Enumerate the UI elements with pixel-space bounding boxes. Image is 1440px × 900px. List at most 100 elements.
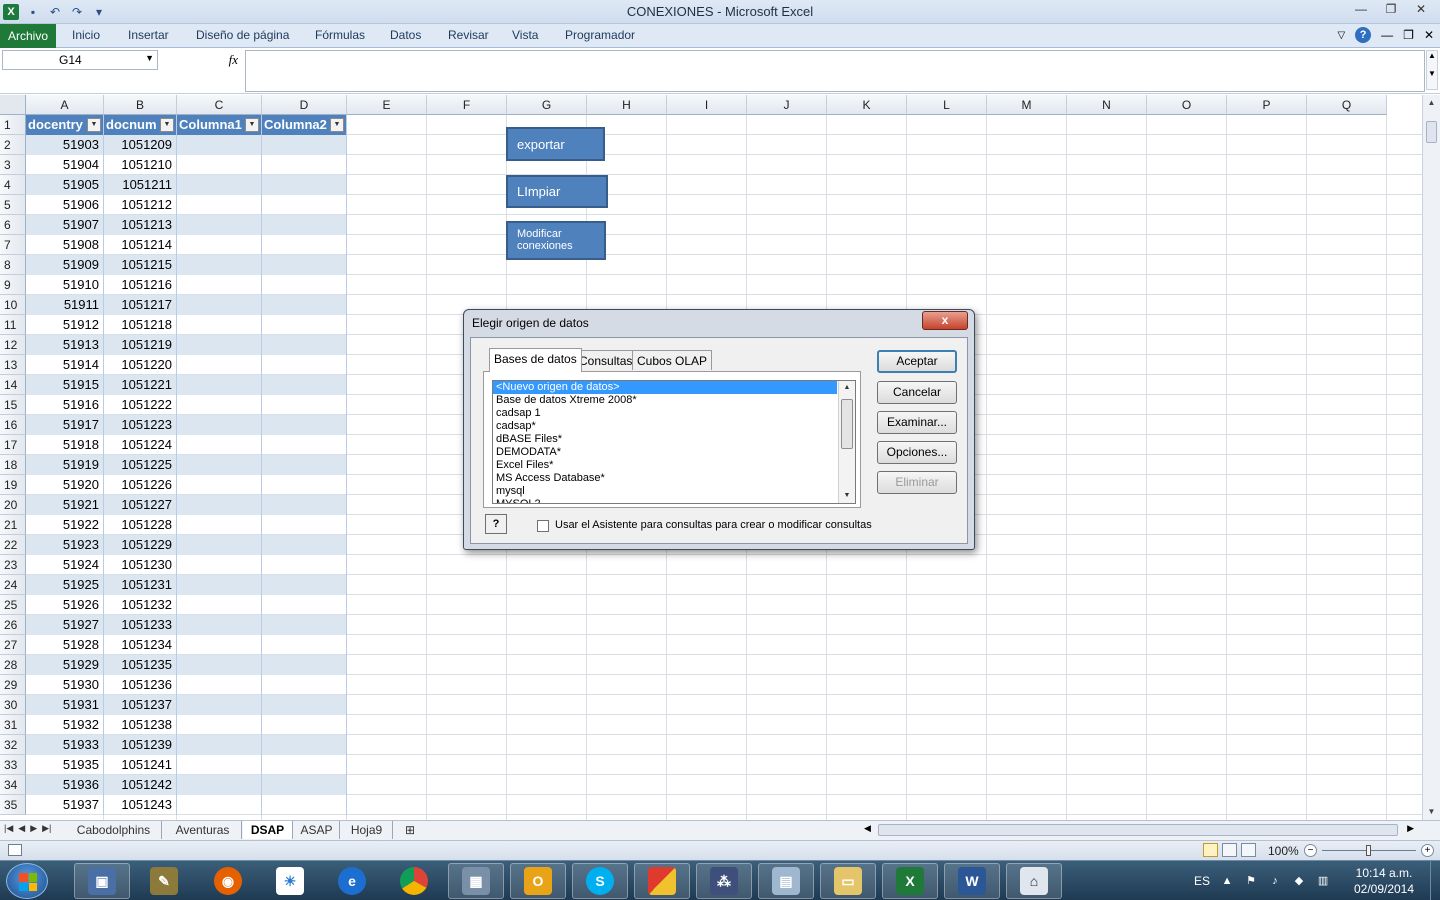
- row-header-35[interactable]: 35: [0, 795, 26, 815]
- row-header-1[interactable]: 1: [0, 115, 26, 135]
- tab-vista[interactable]: Vista: [512, 28, 538, 42]
- table-cell[interactable]: 51922: [26, 515, 104, 535]
- table-header-cell[interactable]: Columna2 ▼: [262, 115, 347, 135]
- data-source-item[interactable]: MYSQL2: [493, 498, 855, 503]
- table-cell[interactable]: 1051237: [104, 695, 177, 715]
- column-header-j[interactable]: J: [747, 95, 827, 115]
- tab-inicio[interactable]: Inicio: [72, 28, 100, 42]
- table-cell[interactable]: 51909: [26, 255, 104, 275]
- table-cell[interactable]: 1051226: [104, 475, 177, 495]
- table-cell[interactable]: [262, 675, 347, 695]
- table-cell[interactable]: 1051217: [104, 295, 177, 315]
- list-scrollbar[interactable]: ▲ ▼: [838, 381, 855, 503]
- table-cell[interactable]: [262, 335, 347, 355]
- column-header-o[interactable]: O: [1147, 95, 1227, 115]
- accept-button[interactable]: Aceptar: [877, 350, 957, 373]
- table-cell[interactable]: 51905: [26, 175, 104, 195]
- workbook-minimize-icon[interactable]: —: [1381, 28, 1393, 42]
- tab-consultas[interactable]: Consultas: [574, 350, 638, 370]
- table-cell[interactable]: 51913: [26, 335, 104, 355]
- column-header-m[interactable]: M: [987, 95, 1067, 115]
- table-cell[interactable]: 1051236: [104, 675, 177, 695]
- table-cell[interactable]: [262, 395, 347, 415]
- table-cell[interactable]: [177, 655, 262, 675]
- zoom-out-icon[interactable]: −: [1304, 844, 1317, 857]
- data-source-item[interactable]: cadsap 1: [493, 407, 855, 420]
- table-cell[interactable]: 51908: [26, 235, 104, 255]
- dialog-close-button[interactable]: x: [922, 311, 968, 330]
- table-cell[interactable]: [177, 315, 262, 335]
- page-break-view-icon[interactable]: [1241, 843, 1256, 857]
- table-cell[interactable]: [177, 555, 262, 575]
- table-cell[interactable]: 1051225: [104, 455, 177, 475]
- taskbar-tools[interactable]: ✎: [136, 863, 192, 899]
- tab-revisar[interactable]: Revisar: [448, 28, 489, 42]
- table-cell[interactable]: [262, 635, 347, 655]
- table-cell[interactable]: [262, 375, 347, 395]
- row-header-7[interactable]: 7: [0, 235, 26, 255]
- macro-record-icon[interactable]: [8, 844, 22, 856]
- zoom-knob[interactable]: [1366, 845, 1371, 856]
- table-cell[interactable]: [177, 635, 262, 655]
- row-header-33[interactable]: 33: [0, 755, 26, 775]
- column-header-i[interactable]: I: [667, 95, 747, 115]
- row-header-32[interactable]: 32: [0, 735, 26, 755]
- row-header-3[interactable]: 3: [0, 155, 26, 175]
- row-header-31[interactable]: 31: [0, 715, 26, 735]
- scroll-right-icon[interactable]: ▶: [1407, 823, 1414, 834]
- table-cell[interactable]: 1051243: [104, 795, 177, 815]
- taskbar-excel[interactable]: X: [882, 863, 938, 899]
- table-cell[interactable]: 1051228: [104, 515, 177, 535]
- row-header-19[interactable]: 19: [0, 475, 26, 495]
- table-cell[interactable]: 51915: [26, 375, 104, 395]
- row-header-29[interactable]: 29: [0, 675, 26, 695]
- zoom-level[interactable]: 100%: [1268, 844, 1299, 858]
- table-cell[interactable]: [262, 155, 347, 175]
- table-cell[interactable]: 51921: [26, 495, 104, 515]
- row-header-14[interactable]: 14: [0, 375, 26, 395]
- table-cell[interactable]: 1051209: [104, 135, 177, 155]
- data-source-item[interactable]: Base de datos Xtreme 2008*: [493, 394, 855, 407]
- table-cell[interactable]: [177, 775, 262, 795]
- table-cell[interactable]: [177, 595, 262, 615]
- column-header-g[interactable]: G: [507, 95, 587, 115]
- tray-expand-icon[interactable]: ▲: [1220, 874, 1234, 888]
- close-icon[interactable]: ✕: [1408, 0, 1434, 18]
- filter-dropdown-icon[interactable]: ▼: [245, 118, 259, 132]
- row-header-11[interactable]: 11: [0, 315, 26, 335]
- table-cell[interactable]: [177, 215, 262, 235]
- table-cell[interactable]: [177, 735, 262, 755]
- sheet-tab-asap[interactable]: ASAP: [294, 821, 340, 839]
- table-cell[interactable]: [177, 515, 262, 535]
- table-cell[interactable]: [262, 615, 347, 635]
- table-cell[interactable]: 51928: [26, 635, 104, 655]
- table-cell[interactable]: [262, 215, 347, 235]
- table-cell[interactable]: [262, 715, 347, 735]
- table-cell[interactable]: [177, 675, 262, 695]
- select-all-corner[interactable]: [0, 95, 26, 115]
- cancel-button[interactable]: Cancelar: [877, 381, 957, 404]
- table-cell[interactable]: 51931: [26, 695, 104, 715]
- row-header-5[interactable]: 5: [0, 195, 26, 215]
- row-header-17[interactable]: 17: [0, 435, 26, 455]
- table-cell[interactable]: [262, 735, 347, 755]
- table-cell[interactable]: 51904: [26, 155, 104, 175]
- browse-button[interactable]: Examinar...: [877, 411, 957, 434]
- table-cell[interactable]: 51937: [26, 795, 104, 815]
- minimize-ribbon-icon[interactable]: ▽: [1337, 30, 1345, 41]
- language-indicator[interactable]: ES: [1194, 874, 1210, 888]
- filter-dropdown-icon[interactable]: ▼: [87, 118, 101, 132]
- tab-cubos-olap[interactable]: Cubos OLAP: [632, 350, 713, 370]
- table-cell[interactable]: 1051214: [104, 235, 177, 255]
- table-cell[interactable]: 1051234: [104, 635, 177, 655]
- row-header-20[interactable]: 20: [0, 495, 26, 515]
- taskbar-network[interactable]: ⌂: [1006, 863, 1062, 899]
- table-cell[interactable]: 1051213: [104, 215, 177, 235]
- horizontal-scrollbar[interactable]: ◀ ▶: [862, 823, 1422, 838]
- page-layout-view-icon[interactable]: [1222, 843, 1237, 857]
- table-cell[interactable]: [177, 175, 262, 195]
- formula-input[interactable]: [245, 50, 1425, 92]
- row-header-9[interactable]: 9: [0, 275, 26, 295]
- table-cell[interactable]: 51926: [26, 595, 104, 615]
- tab-programador[interactable]: Programador: [565, 28, 635, 42]
